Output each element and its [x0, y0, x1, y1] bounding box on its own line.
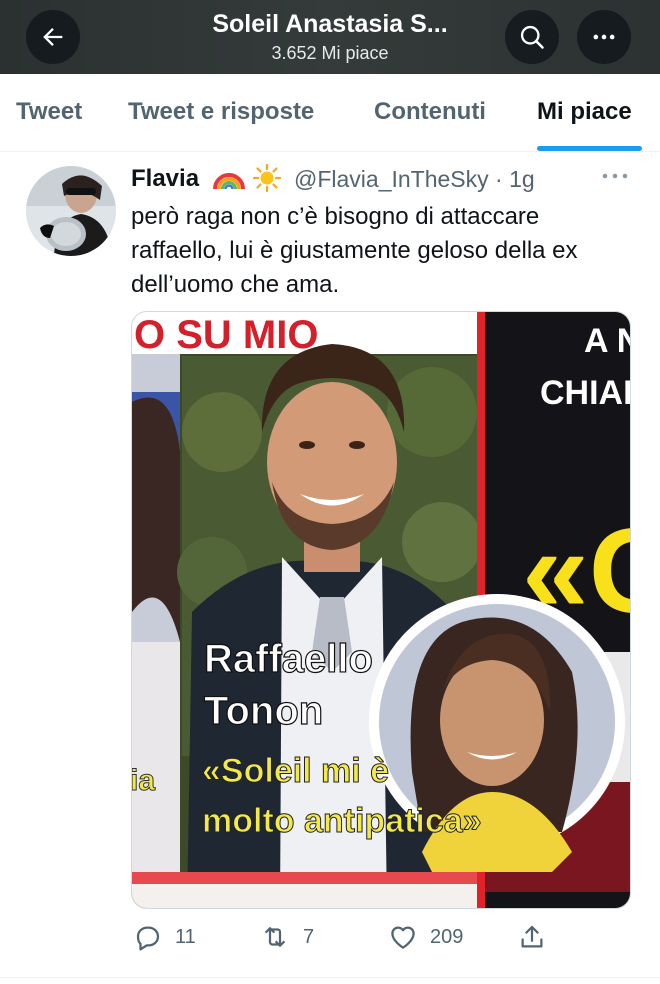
reply-icon — [136, 926, 160, 951]
search-icon — [520, 25, 544, 49]
tweet-text-line: però raga non c’è bisogno di attaccare — [131, 203, 540, 230]
tweet-actions: 11 7 209 — [131, 918, 631, 958]
caption-quote-2: molto antipatica» — [202, 802, 482, 840]
magazine-left-fragment: ia — [132, 764, 155, 797]
rainbow-emoji-icon — [213, 163, 245, 198]
tweet-handle-time[interactable]: @Flavia_InTheSky · 1g — [294, 166, 535, 193]
tab-tweet[interactable]: Tweet — [16, 98, 82, 126]
tab-tweet-e-risposte[interactable]: Tweet e risposte — [128, 98, 314, 126]
tweet-text: però raga non c’è bisogno di attaccare r… — [131, 200, 631, 302]
retweet-count: 7 — [303, 925, 315, 948]
magazine-right-top-1: A N — [584, 322, 631, 360]
more-dots-icon — [593, 34, 615, 40]
tweet-text-line: dell’uomo che ama. — [131, 271, 340, 298]
sun-emoji-icon — [251, 163, 283, 198]
caption-name-1: Raffaello — [204, 637, 373, 681]
tweet-media-image[interactable]: O SU MIO ia A N — [131, 311, 631, 909]
caption-quote-1: «Soleil mi è — [202, 752, 389, 790]
tweet-text-line: raffaello, lui è giustamente geloso dell… — [131, 237, 578, 264]
tweet-author-name[interactable]: Flavia — [131, 165, 199, 193]
retweet-icon — [265, 927, 285, 947]
tab-contenuti[interactable]: Contenuti — [374, 98, 486, 126]
likes-count-subtitle: 3.652 Mi piace — [271, 43, 389, 63]
tweet-more-button[interactable] — [600, 168, 630, 189]
share-button[interactable] — [517, 922, 547, 952]
tab-mi-piace[interactable]: Mi piace — [537, 98, 632, 126]
magazine-right-top-2: CHIAR — [540, 374, 631, 412]
search-button[interactable] — [505, 10, 559, 64]
tweet-divider — [0, 977, 660, 978]
profile-tabs: Tweet Tweet e risposte Contenuti Mi piac… — [0, 74, 660, 152]
more-options-button[interactable] — [577, 10, 631, 64]
like-count: 209 — [430, 925, 464, 948]
magazine-photo: O SU MIO ia A N — [132, 312, 631, 908]
like-button[interactable]: 209 — [388, 922, 463, 952]
heart-icon — [391, 926, 415, 949]
retweet-button[interactable]: 7 — [259, 922, 314, 952]
caption-name-2: Tonon — [204, 689, 323, 733]
profile-header: Soleil Anastasia S... 3.652 Mi piace — [0, 0, 660, 74]
back-button[interactable] — [26, 10, 80, 64]
more-dots-icon — [602, 173, 628, 179]
magazine-headline-top: O SU MIO — [134, 313, 318, 357]
active-tab-indicator — [537, 146, 642, 151]
arrow-left-icon — [43, 28, 63, 46]
profile-name-title: Soleil Anastasia S... — [212, 10, 448, 38]
avatar-image — [26, 166, 116, 256]
reply-button[interactable]: 11 — [133, 922, 196, 952]
avatar[interactable] — [26, 166, 116, 256]
reply-count: 11 — [175, 925, 196, 948]
share-icon — [521, 925, 543, 948]
